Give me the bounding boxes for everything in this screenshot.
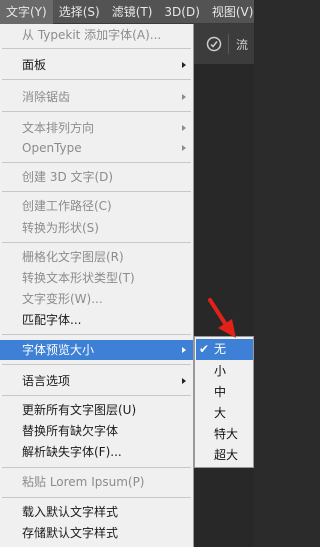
commit-check-icon[interactable]	[206, 36, 222, 52]
menu-text[interactable]: 文字(Y)	[0, 0, 53, 24]
menu-item-convert-text-shape-type: 转换文本形状类型(T)	[22, 271, 135, 285]
menu-divider	[2, 467, 191, 468]
menu-divider	[2, 334, 191, 335]
menu-divider	[2, 395, 191, 396]
submenu-arrow-icon	[182, 94, 186, 100]
submenu-item-large[interactable]: 大	[196, 403, 253, 424]
checkmark-icon: ✔	[199, 342, 210, 356]
submenu-item-none[interactable]: ✔ 无	[196, 339, 253, 360]
menu-select[interactable]: 选择(S)	[53, 0, 106, 24]
menu-divider	[2, 364, 191, 365]
submenu-arrow-icon	[182, 347, 186, 353]
menu-divider	[2, 162, 191, 163]
menu-item-paste-lorem-ipsum: 粘贴 Lorem Ipsum(P)	[22, 475, 145, 489]
menu-item-opentype: OpenType	[0, 138, 193, 158]
submenu-item-small[interactable]: 小	[196, 361, 253, 382]
menu-item-convert-to-shape: 转换为形状(S)	[22, 221, 99, 235]
menu-item-anti-alias: 消除锯齿	[0, 87, 193, 107]
menu-item-font-preview-size[interactable]: 字体预览大小	[0, 340, 193, 360]
menu-item-add-typekit-fonts: 从 Typekit 添加字体(A)...	[22, 28, 162, 42]
menu-item-update-all-text-layers[interactable]: 更新所有文字图层(U)	[0, 400, 193, 420]
submenu-arrow-icon	[182, 145, 186, 151]
menu-divider	[2, 191, 191, 192]
menu-view[interactable]: 视图(V)	[206, 0, 260, 24]
toolbar-flow-label: 流	[236, 38, 249, 52]
menu-divider	[2, 111, 191, 112]
menu-item-load-default-type-styles[interactable]: 载入默认文字样式	[0, 502, 193, 522]
menu-divider	[2, 242, 191, 243]
submenu-item-extra-large[interactable]: 特大	[196, 424, 253, 445]
toolbar-divider	[228, 34, 229, 54]
menu-item-create-work-path: 创建工作路径(C)	[22, 199, 112, 213]
submenu-item-medium[interactable]: 中	[196, 382, 253, 403]
submenu-arrow-icon	[182, 378, 186, 384]
type-menu-dropdown: 从 Typekit 添加字体(A)... 面板 消除锯齿 文本排列方向 Open…	[0, 24, 194, 547]
submenu-arrow-icon	[182, 125, 186, 131]
menu-item-warp-text: 文字变形(W)...	[22, 292, 103, 306]
menu-item-resolve-missing-fonts[interactable]: 解析缺失字体(F)...	[0, 442, 193, 462]
annotation-arrow-icon	[208, 298, 236, 338]
font-preview-size-submenu: ✔ 无 小 中 大 特大 超大	[194, 336, 254, 468]
options-toolbar: 流	[194, 24, 254, 65]
menu-item-language-options[interactable]: 语言选项	[0, 371, 193, 391]
menu-item-rasterize-type-layer: 栅格化文字图层(R)	[22, 250, 124, 264]
menu-item-match-font[interactable]: 匹配字体...	[0, 310, 193, 330]
menu-item-save-default-type-styles[interactable]: 存储默认文字样式	[0, 523, 193, 543]
menu-item-replace-missing-fonts[interactable]: 替换所有缺欠字体	[0, 421, 193, 441]
menu-bar: 文字(Y) 选择(S) 滤镜(T) 3D(D) 视图(V)	[0, 0, 254, 24]
menu-item-text-orientation: 文本排列方向	[0, 118, 193, 138]
submenu-arrow-icon	[182, 62, 186, 68]
menu-item-panels[interactable]: 面板	[0, 55, 193, 75]
submenu-item-huge[interactable]: 超大	[196, 445, 253, 466]
menu-3d[interactable]: 3D(D)	[158, 0, 205, 24]
menu-divider	[2, 48, 191, 49]
menu-divider	[2, 497, 191, 498]
menu-filter[interactable]: 滤镜(T)	[106, 0, 159, 24]
menu-divider	[2, 79, 191, 80]
menu-item-create-3d-text: 创建 3D 文字(D)	[22, 170, 114, 184]
